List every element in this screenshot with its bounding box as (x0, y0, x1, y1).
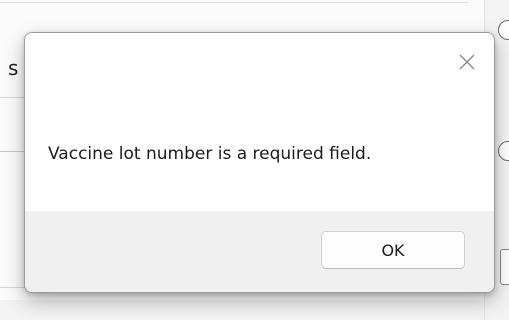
background-radio-button[interactable] (498, 141, 509, 161)
background-input-box[interactable] (500, 249, 509, 285)
close-icon (459, 54, 475, 70)
background-field-underline (0, 151, 26, 152)
background-radio-button[interactable] (498, 20, 509, 40)
message-dialog: Vaccine lot number is a required field. … (24, 32, 495, 293)
dialog-message: Vaccine lot number is a required field. (48, 144, 372, 164)
background-field-underline (0, 97, 26, 98)
ok-button[interactable]: OK (321, 231, 465, 269)
background-divider (0, 2, 468, 3)
dialog-footer: OK (25, 211, 494, 292)
dialog-body: Vaccine lot number is a required field. (25, 33, 494, 211)
close-button[interactable] (454, 49, 480, 75)
